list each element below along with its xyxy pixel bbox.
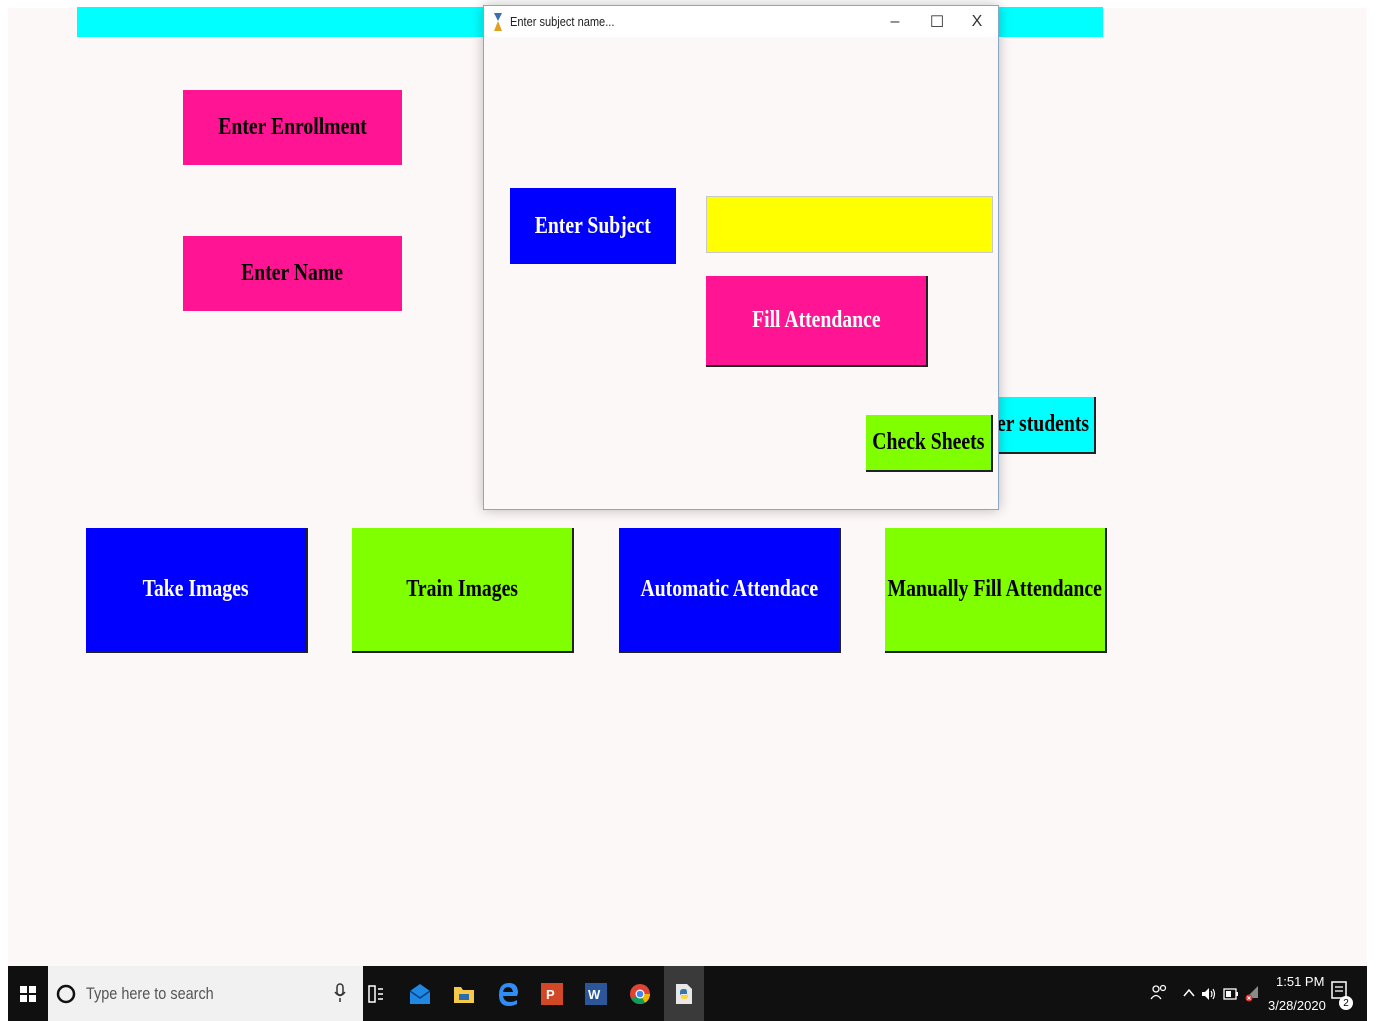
check-sheets-button[interactable]: Check Sheets [866,415,993,472]
taskbar-search[interactable]: Type here to search [48,966,363,1021]
svg-text:W: W [588,987,601,1002]
register-students-button[interactable]: er students [995,397,1096,454]
maximize-button[interactable]: ☐ [916,6,958,37]
name-label: Enter Name [183,236,402,311]
fill-attendance-button[interactable]: Fill Attendance [706,276,928,367]
subject-dialog: Enter subject name... – ☐ X Enter Subjec… [483,5,999,510]
word-icon[interactable]: W [581,979,611,1009]
battery-icon[interactable] [1223,988,1239,1000]
start-button[interactable] [8,966,48,1021]
search-placeholder: Type here to search [86,983,214,1003]
python-icon[interactable] [664,966,704,1021]
manual-attendance-button[interactable]: Manually Fill Attendance [885,528,1107,653]
enrollment-label: Enter Enrollment [183,90,402,165]
windows-logo-icon [20,985,36,1002]
subject-input[interactable] [706,196,993,253]
automatic-attendance-button[interactable]: Automatic Attendace [619,528,841,653]
notification-badge: 2 [1339,996,1353,1010]
network-icon[interactable] [1244,984,1262,1002]
feather-icon [492,12,504,32]
minimize-button[interactable]: – [874,6,916,37]
taskbar: Type here to search P W 1:51 PM 3/28/202… [8,966,1367,1021]
volume-icon[interactable] [1201,986,1217,1002]
close-button[interactable]: X [956,6,998,37]
dialog-titlebar[interactable]: Enter subject name... – ☐ X [484,6,998,37]
dialog-title: Enter subject name... [510,14,615,29]
powerpoint-icon[interactable]: P [537,979,567,1009]
people-icon[interactable] [1150,984,1168,1002]
cortana-icon [56,984,76,1004]
train-images-button[interactable]: Train Images [352,528,574,653]
clock-date[interactable]: 3/28/2020 [1268,998,1326,1013]
task-view-icon[interactable] [361,979,391,1009]
edge-icon[interactable] [493,979,523,1009]
mail-icon[interactable] [405,979,435,1009]
subject-label: Enter Subject [510,188,676,264]
clock-time[interactable]: 1:51 PM [1276,974,1324,989]
microphone-icon[interactable] [334,983,346,1003]
svg-text:P: P [546,987,555,1002]
chrome-icon[interactable] [625,979,655,1009]
chevron-up-icon[interactable] [1183,988,1195,998]
take-images-button[interactable]: Take Images [86,528,308,653]
file-explorer-icon[interactable] [449,979,479,1009]
